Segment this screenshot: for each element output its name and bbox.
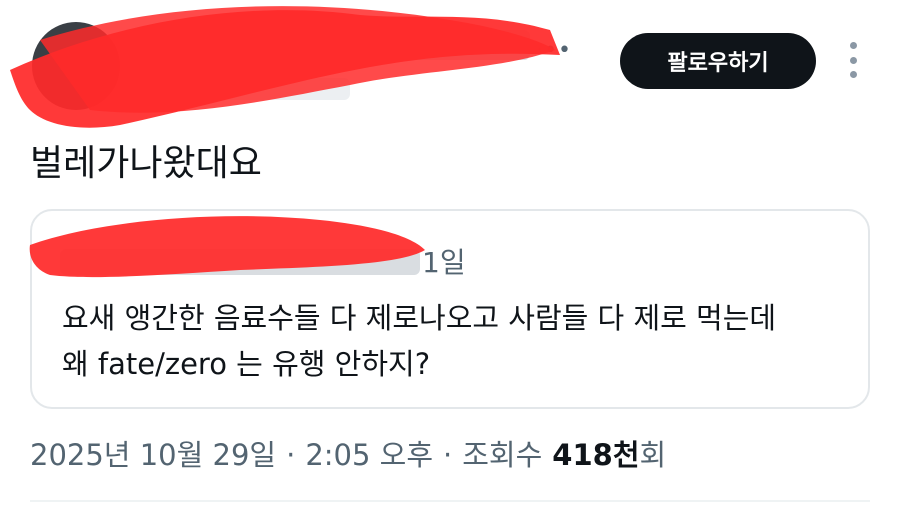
follow-button[interactable]: 팔로우하기 — [620, 33, 816, 89]
kebab-dot — [849, 42, 857, 49]
quote-body: 요새 앵간한 음료수들 다 제로나오고 사람들 다 제로 먹는데 왜 fate/… — [62, 295, 852, 387]
kebab-dot — [849, 56, 857, 64]
quote-date: 1일 — [422, 246, 466, 279]
tweet-text: 벌레가나왔대요 — [30, 143, 262, 184]
quoted-tweet-card[interactable]: 1일 요새 앵간한 음료수들 다 제로나오고 사람들 다 제로 먹는데 왜 fa… — [30, 209, 870, 409]
tweet-meta: 2025년 10월 29일 · 2:05 오후 · 조회수 418천 회 — [30, 432, 666, 474]
kebab-dot — [849, 71, 857, 78]
divider — [30, 500, 870, 502]
more-dots-icon: ·•• — [536, 38, 572, 63]
avatar[interactable] — [32, 22, 120, 110]
tweet-time: 2:05 오후 — [305, 438, 434, 472]
meta-separator: · — [286, 438, 296, 472]
more-vertical-icon[interactable] — [846, 42, 860, 78]
views-count: 418천 — [552, 438, 640, 472]
views-unit: 회 — [639, 438, 667, 472]
meta-separator: · — [443, 438, 453, 472]
quote-author-redacted — [60, 249, 420, 275]
handle-redacted — [150, 78, 350, 100]
quote-line-1: 요새 앵간한 음료수들 다 제로나오고 사람들 다 제로 먹는데 — [62, 301, 777, 335]
tweet-date: 2025년 10월 29일 — [30, 438, 277, 472]
views-label: 조회수 — [462, 438, 543, 472]
tweet-page: ·•• 팔로우하기 벌레가나왔대요 1일 요새 앵간한 음료수들 다 제로나오고… — [0, 0, 900, 513]
quote-line-2: 왜 fate/zero 는 유행 안하지? — [62, 347, 431, 381]
display-name-redacted[interactable] — [150, 30, 530, 60]
